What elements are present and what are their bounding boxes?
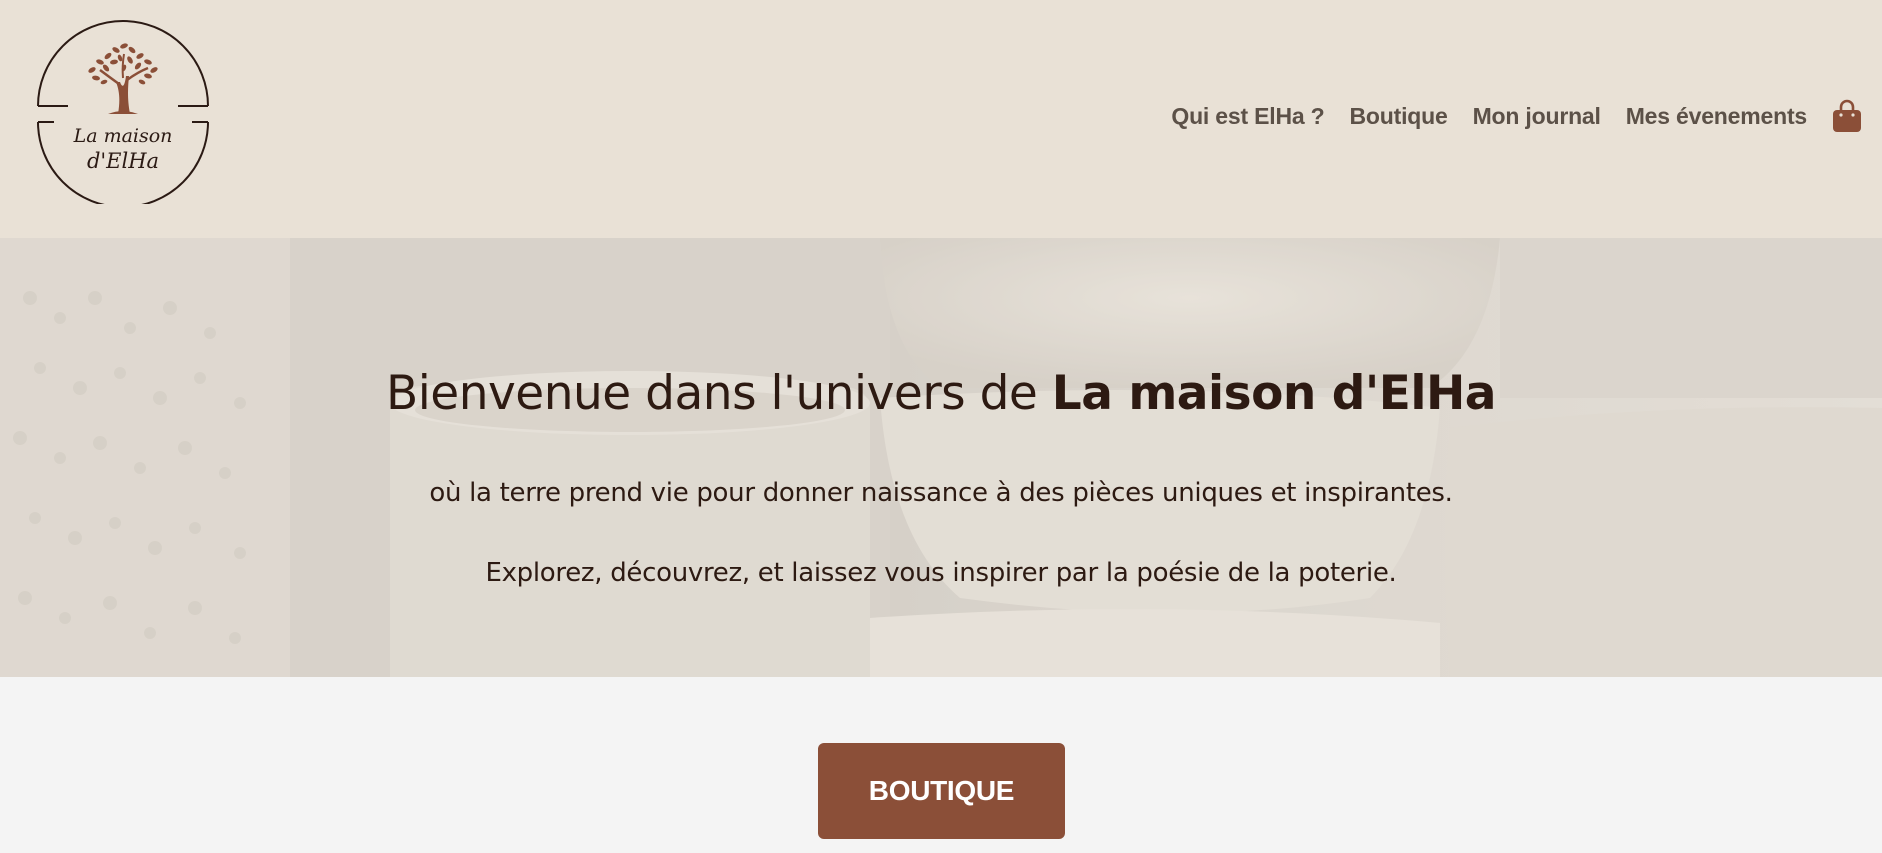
hero-title: Bienvenue dans l'univers de La maison d'…	[0, 366, 1882, 421]
nav-link-mes-evenements[interactable]: Mes évenements	[1626, 103, 1807, 130]
tree-logo-icon: La maison d'ElHa	[37, 20, 209, 204]
main-nav: Qui est ElHa ? Boutique Mon journal Mes …	[1171, 96, 1862, 136]
site-header: La maison d'ElHa Qui est ElHa ? Boutique…	[0, 0, 1882, 238]
nav-link-qui-est-elha[interactable]: Qui est ElHa ?	[1171, 103, 1324, 130]
hero-subtitle-line2: Explorez, découvrez, et laissez vous ins…	[485, 558, 1397, 588]
boutique-cta-button[interactable]: BOUTIQUE	[818, 743, 1065, 839]
hero-subtitle-line1: où la terre prend vie pour donner naissa…	[429, 478, 1453, 508]
hero-title-brand: La maison d'ElHa	[1051, 366, 1497, 421]
logo-text-line2: d'ElHa	[87, 149, 159, 173]
logo-text-line1: La maison	[73, 125, 173, 147]
hero-banner: Bienvenue dans l'univers de La maison d'…	[0, 238, 1882, 677]
nav-link-boutique[interactable]: Boutique	[1350, 103, 1448, 130]
site-logo[interactable]: La maison d'ElHa	[30, 18, 216, 204]
hero-text-block: Bienvenue dans l'univers de La maison d'…	[0, 238, 1882, 677]
hero-title-prefix: Bienvenue dans l'univers de	[385, 366, 1052, 421]
nav-link-mon-journal[interactable]: Mon journal	[1473, 103, 1601, 130]
shopping-bag-icon[interactable]	[1832, 99, 1862, 133]
